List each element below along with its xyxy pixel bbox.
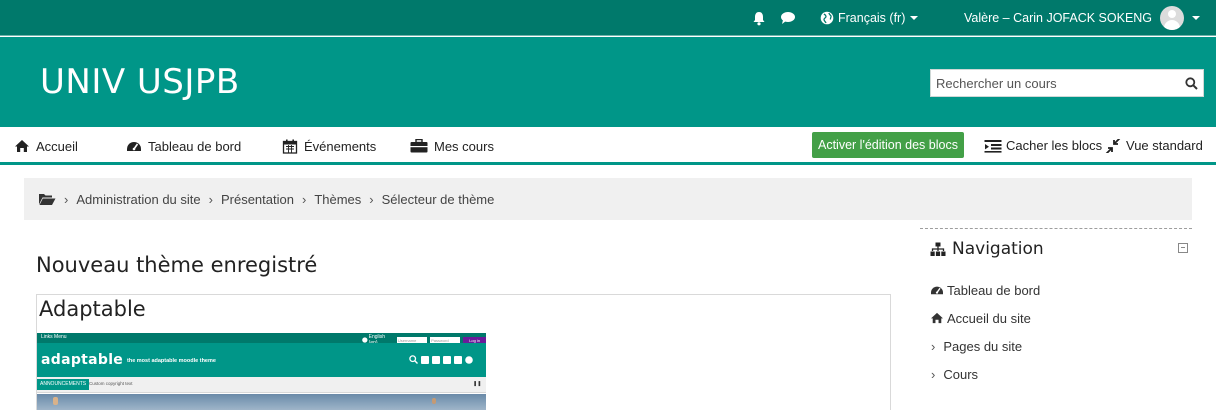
breadcrumb-separator: › (64, 191, 69, 207)
nav-item-label: Événements (304, 138, 377, 154)
calendar-icon (282, 139, 298, 154)
page-heading: Nouveau thème enregistré (36, 253, 318, 277)
breadcrumb: › Administration du site › Présentation … (24, 178, 1192, 220)
hide-blocks-label: Cacher les blocs (1006, 138, 1103, 153)
breadcrumb-item[interactable]: Présentation (221, 192, 294, 207)
facebook-icon (421, 355, 429, 364)
caret-down-icon (910, 16, 919, 20)
nav-tree-item-pages-du-site[interactable]: › Pages du site (930, 338, 1022, 354)
user-name: Valère – Carin JOFACK SOKENG (964, 11, 1153, 25)
home-icon (15, 140, 29, 152)
language-label: Français (fr) (838, 11, 906, 25)
preview-logo: adaptable (41, 352, 124, 368)
nav-item-evenements[interactable]: Événements (282, 138, 376, 154)
search-icon (409, 355, 418, 364)
linkedin-icon (443, 355, 451, 364)
nav-tree-item-tableau-de-bord[interactable]: Tableau de bord (930, 282, 1040, 298)
nav-item-mes-cours[interactable]: Mes cours (410, 138, 494, 154)
preview-announcements: ANNOUNCEMENTS (37, 379, 90, 390)
chevron-right-icon: › (931, 338, 936, 354)
sitemap-icon (930, 242, 946, 256)
standard-view-label: Vue standard (1126, 138, 1203, 153)
avatar (1160, 6, 1185, 30)
nav-tree-label: Cours (943, 366, 979, 382)
breadcrumb-separator: › (301, 191, 307, 207)
standard-view-button[interactable]: Vue standard (1104, 138, 1203, 153)
chevron-right-icon: › (931, 366, 936, 382)
search-icon (1184, 76, 1198, 90)
briefcase-icon (410, 139, 428, 153)
preview-copyright: Custom copyright text (89, 381, 133, 386)
nav-item-label: Accueil (36, 138, 78, 154)
main-nav: Accueil Tableau de bord Événements Mes c… (0, 127, 1216, 165)
nav-item-label: Mes cours (434, 138, 494, 154)
breadcrumb-separator: › (208, 191, 213, 207)
preview-top-bar: Links Menu English (en) Username Passwor… (37, 333, 486, 346)
hide-blocks-icon (984, 139, 1002, 153)
preview-social-icons (409, 355, 473, 364)
breadcrumb-item[interactable]: Thèmes (314, 192, 361, 207)
breadcrumb-item[interactable]: Sélecteur de thème (382, 192, 495, 207)
preview-figure (53, 397, 58, 405)
preview-nav: ANNOUNCEMENTS Custom copyright text ❚❚ (37, 377, 486, 393)
nav-tree-item-accueil-du-site[interactable]: Accueil du site (930, 310, 1031, 326)
nav-item-tableau-de-bord[interactable]: Tableau de bord (126, 138, 241, 154)
hide-blocks-button[interactable]: Cacher les blocs (984, 138, 1102, 153)
globe-icon (820, 11, 834, 25)
preview-header: adaptable the most adaptable moodle them… (37, 343, 486, 377)
nav-tree-label: Pages du site (943, 338, 1023, 354)
twitter-icon (432, 355, 440, 364)
course-search-input[interactable] (931, 70, 1179, 96)
theme-preview-image: Links Menu English (en) Username Passwor… (37, 333, 486, 410)
nav-item-accueil[interactable]: Accueil (14, 138, 78, 154)
nav-item-label: Tableau de bord (148, 138, 242, 154)
youtube-icon (454, 355, 462, 364)
breadcrumb-separator: › (369, 191, 374, 207)
navigation-title-label: Navigation (952, 239, 1044, 259)
edit-blocks-button[interactable]: Activer l'édition des blocs (812, 132, 964, 158)
language-menu[interactable]: Français (fr) (820, 9, 919, 27)
pause-icon: ❚❚ (473, 381, 482, 387)
dashboard-icon (931, 286, 943, 295)
preview-menu-label: Links Menu (41, 334, 67, 340)
user-menu[interactable]: Valère – Carin JOFACK SOKENG (964, 6, 1201, 30)
preview-figure (432, 398, 436, 404)
preview-banner (37, 394, 486, 410)
home-icon (931, 312, 943, 324)
globe-icon (465, 355, 473, 364)
caret-down-icon (1192, 16, 1201, 20)
navigation-block: Navigation Tableau de bord Accueil du si… (920, 228, 1192, 410)
chat-icon[interactable] (780, 10, 796, 26)
breadcrumb-item[interactable]: Administration du site (76, 192, 200, 207)
nav-tree-label: Accueil du site (947, 310, 1031, 326)
collapse-block-icon[interactable] (1178, 243, 1188, 253)
compress-icon (1105, 138, 1121, 153)
search-button[interactable] (1179, 70, 1203, 96)
site-header: UNIV USJPB (0, 37, 1216, 127)
navigation-block-title: Navigation (930, 239, 1044, 259)
theme-name: Adaptable (39, 297, 146, 321)
folder-open-icon[interactable] (38, 192, 56, 206)
top-bar: Français (fr) Valère – Carin JOFACK SOKE… (0, 0, 1216, 36)
nav-tree-item-cours[interactable]: › Cours (930, 366, 978, 382)
course-search (930, 69, 1204, 97)
theme-card: Adaptable Links Menu English (en) Userna… (36, 294, 891, 410)
bell-icon[interactable] (752, 10, 766, 26)
site-name[interactable]: UNIV USJPB (40, 62, 240, 102)
dashboard-icon (127, 142, 141, 151)
preview-tagline: the most adaptable moodle theme (127, 358, 216, 364)
nav-tree-label: Tableau de bord (947, 282, 1041, 298)
